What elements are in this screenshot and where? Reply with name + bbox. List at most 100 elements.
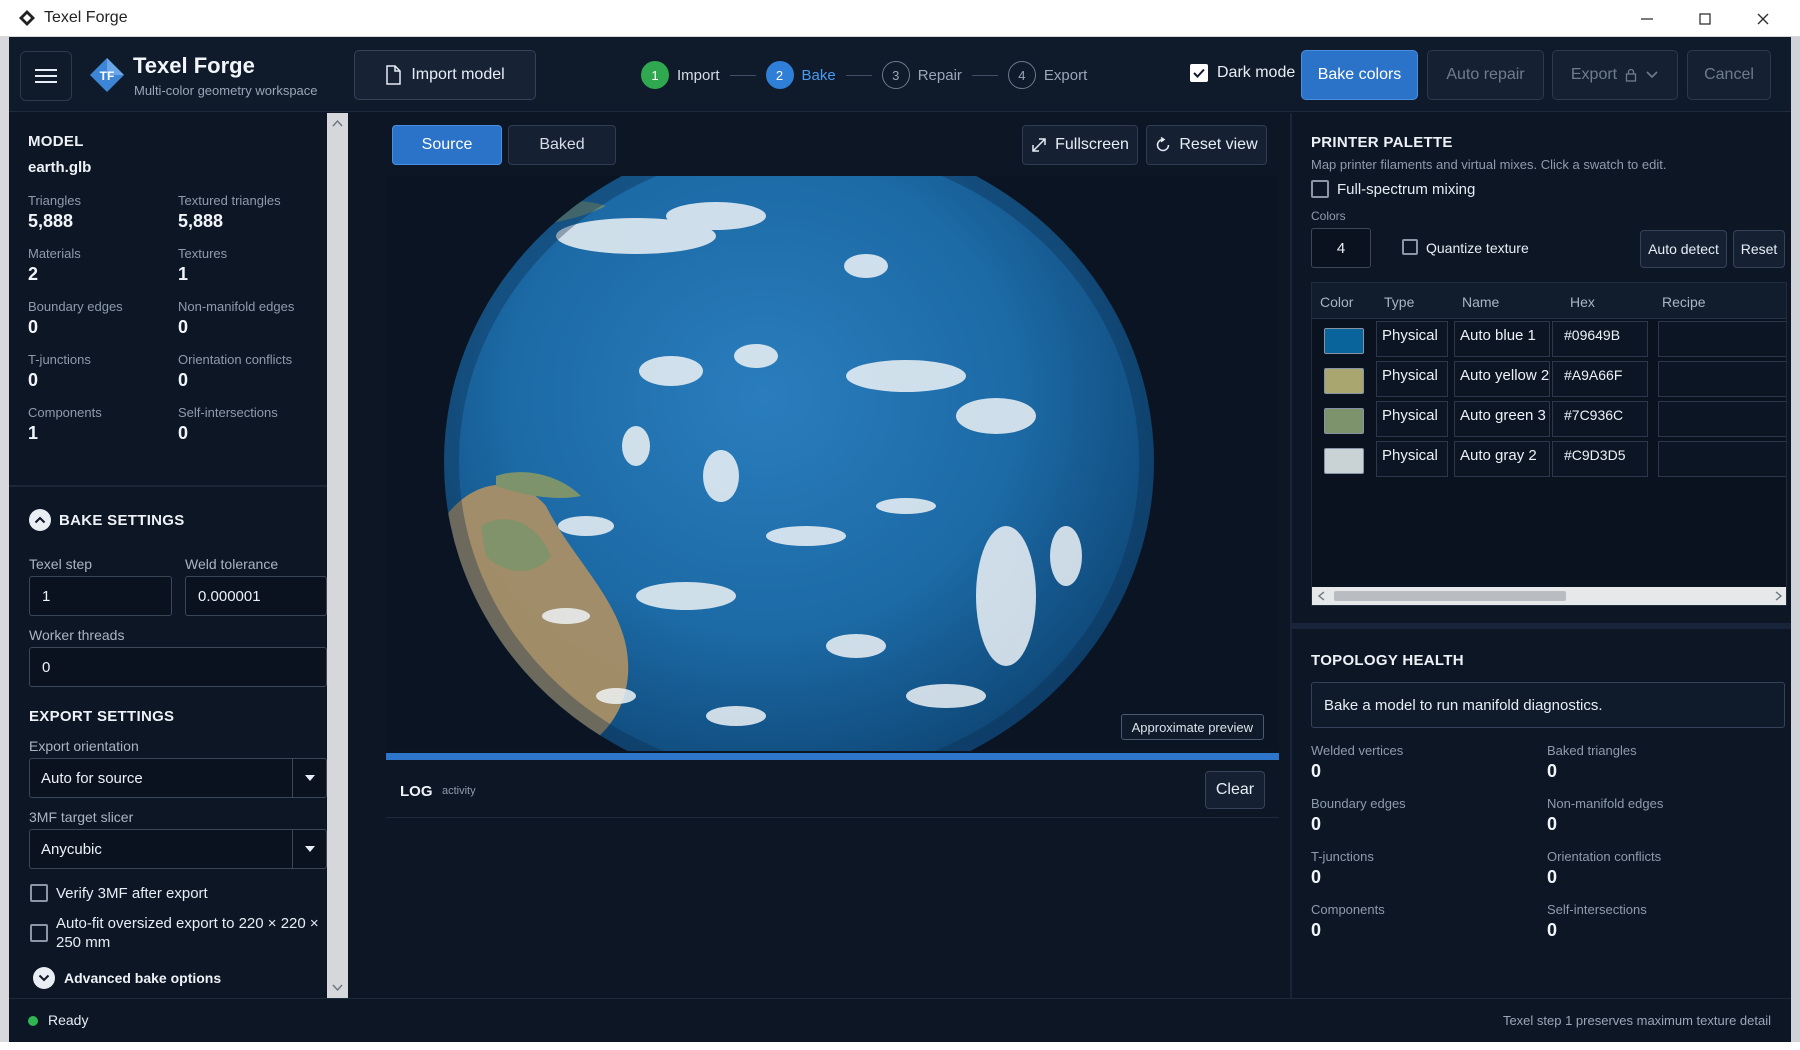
stat-value: 0: [1547, 867, 1558, 887]
close-window-button[interactable]: [1734, 0, 1792, 37]
worker-threads-label: Worker threads: [29, 627, 125, 643]
step-export[interactable]: 4 Export: [1007, 61, 1088, 89]
step-label: Export: [1043, 66, 1088, 84]
export-button[interactable]: Export: [1552, 50, 1678, 100]
bake-settings-title: BAKE SETTINGS: [59, 511, 185, 529]
stat-materials: Materials 2: [28, 246, 81, 285]
minimize-icon: [1641, 17, 1653, 20]
column-header: Recipe: [1662, 294, 1706, 310]
auto-repair-button[interactable]: Auto repair: [1427, 50, 1544, 100]
fullscreen-button[interactable]: Fullscreen: [1022, 125, 1138, 165]
recipe-cell: [1658, 361, 1786, 397]
step-bake[interactable]: 2 Bake: [765, 61, 836, 89]
clear-log-button[interactable]: Clear: [1205, 771, 1265, 809]
scroll-down-icon: [332, 984, 343, 992]
table-row[interactable]: Physical Auto green 3 #7C936C: [1312, 399, 1786, 439]
auto-detect-button[interactable]: Auto detect: [1640, 230, 1727, 268]
maximize-button[interactable]: [1676, 0, 1734, 37]
step-label: Import: [677, 66, 720, 84]
colors-count-input[interactable]: 4: [1311, 228, 1371, 268]
stat-value: 0: [1547, 920, 1558, 940]
quantize-texture-option[interactable]: Quantize texture: [1402, 239, 1529, 258]
svg-text:TF: TF: [100, 69, 115, 83]
dropdown-arrow-icon: [292, 759, 326, 797]
weld-tolerance-input[interactable]: 0.000001: [185, 576, 327, 616]
scroll-left-icon: [1317, 591, 1325, 601]
stat-value: 0: [1547, 761, 1558, 781]
autofit-checkbox[interactable]: [30, 924, 48, 942]
3d-viewport[interactable]: Approximate preview: [386, 176, 1279, 751]
log-title: LOG: [400, 783, 433, 800]
stat-label: Baked triangles: [1547, 743, 1637, 758]
slicer-value: Anycubic: [41, 840, 102, 858]
close-icon: [1757, 13, 1769, 24]
verify-3mf-option[interactable]: Verify 3MF after export: [30, 884, 330, 903]
dark-mode-toggle[interactable]: Dark mode: [1190, 64, 1295, 82]
hex-text: #7C936C: [1564, 407, 1624, 423]
hex-text: #A9A66F: [1564, 367, 1623, 383]
step-repair[interactable]: 3 Repair: [881, 61, 962, 89]
slicer-select[interactable]: Anycubic: [29, 829, 327, 869]
scrollbar-thumb[interactable]: [1334, 591, 1566, 601]
palette-table-hscrollbar[interactable]: [1312, 587, 1786, 605]
autofit-option[interactable]: Auto-fit oversized export to 220 × 220 ×…: [30, 914, 330, 952]
hamburger-icon: [35, 69, 57, 83]
topo-stat-welded-vertices: Welded vertices 0: [1311, 743, 1403, 782]
bake-colors-button[interactable]: Bake colors: [1301, 50, 1418, 100]
autofit-label: Auto-fit oversized export to 220 × 220 ×…: [56, 915, 319, 951]
app-window: Texel Forge TF Texel Forge Multi-color g…: [0, 0, 1800, 1050]
left-panel-scrollbar[interactable]: [327, 113, 348, 998]
step-import[interactable]: 1 Import: [641, 61, 720, 89]
type-text: Physical: [1382, 447, 1438, 464]
table-row[interactable]: Physical Auto yellow 2 #A9A66F: [1312, 359, 1786, 399]
full-spectrum-option[interactable]: Full-spectrum mixing: [1311, 180, 1475, 199]
worker-threads-input[interactable]: 0: [29, 647, 327, 687]
bake-progress-bar: [386, 753, 1279, 760]
quantize-texture-label: Quantize texture: [1426, 240, 1529, 256]
stat-label: Textured triangles: [178, 193, 281, 208]
baked-view-button[interactable]: Baked: [508, 125, 616, 165]
center-panel: Source Baked Fullscreen Reset view Appro…: [348, 113, 1290, 998]
texel-step-input[interactable]: 1: [29, 576, 172, 616]
name-text: Auto gray 2: [1460, 447, 1537, 464]
model-section-title: MODEL: [28, 133, 84, 150]
table-row[interactable]: Physical Auto blue 1 #09649B: [1312, 319, 1786, 359]
stat-value: 0: [1311, 920, 1322, 940]
full-spectrum-checkbox[interactable]: [1311, 180, 1329, 198]
export-orientation-select[interactable]: Auto for source: [29, 758, 327, 798]
topo-stat-t-junctions: T-junctions 0: [1311, 849, 1374, 888]
advanced-bake-options-toggle[interactable]: Advanced bake options: [33, 967, 221, 989]
stat-label: T-junctions: [1311, 849, 1374, 864]
table-row[interactable]: Physical Auto gray 2 #C9D3D5: [1312, 439, 1786, 479]
color-swatch[interactable]: [1324, 448, 1364, 474]
verify-3mf-checkbox[interactable]: [30, 884, 48, 902]
import-model-button[interactable]: Import model: [354, 50, 536, 100]
brand-subtitle: Multi-color geometry workspace: [134, 83, 318, 98]
stat-non-manifold-edges: Non-manifold edges 0: [178, 299, 294, 338]
topology-health-title: TOPOLOGY HEALTH: [1311, 652, 1464, 669]
reset-view-button[interactable]: Reset view: [1146, 125, 1267, 165]
dark-mode-checkbox[interactable]: [1190, 64, 1208, 82]
reset-palette-button[interactable]: Reset: [1733, 230, 1785, 268]
color-swatch[interactable]: [1324, 408, 1364, 434]
cancel-button[interactable]: Cancel: [1687, 50, 1771, 100]
menu-button[interactable]: [20, 51, 72, 101]
stat-value: 2: [28, 264, 39, 284]
status-text: Ready: [48, 1012, 89, 1028]
log-header: LOG activity Clear: [386, 762, 1279, 818]
quantize-texture-checkbox[interactable]: [1402, 239, 1418, 255]
lock-icon: [1625, 68, 1637, 82]
name-text: Auto green 3: [1460, 407, 1546, 424]
step-label: Bake: [801, 66, 836, 84]
reset-icon: [1157, 137, 1170, 152]
source-view-button[interactable]: Source: [392, 125, 502, 165]
minimize-button[interactable]: [1618, 0, 1676, 37]
stat-value: 5,888: [28, 211, 74, 231]
stat-label: Boundary edges: [28, 299, 123, 314]
bake-settings-toggle[interactable]: BAKE SETTINGS: [29, 509, 185, 531]
step-number: 3: [881, 61, 910, 89]
color-swatch[interactable]: [1324, 328, 1364, 354]
color-swatch[interactable]: [1324, 368, 1364, 394]
column-header: Hex: [1570, 294, 1595, 310]
stat-label: Non-manifold edges: [178, 299, 295, 314]
